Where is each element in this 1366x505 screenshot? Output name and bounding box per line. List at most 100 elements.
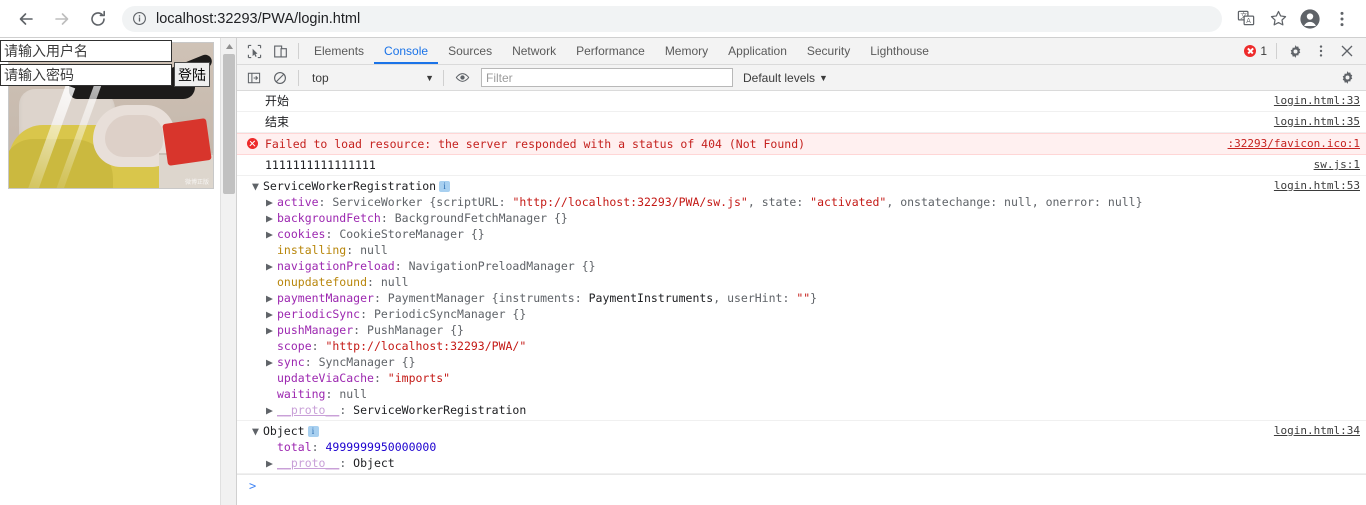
object-property-row[interactable]: ▶ sync: SyncManager {} xyxy=(237,354,1366,370)
address-bar[interactable]: localhost:32293/PWA/login.html xyxy=(122,5,1222,32)
object-property-row[interactable]: ▶installing: null xyxy=(237,242,1366,258)
source-link[interactable]: :32293/favicon.ico:1 xyxy=(1228,136,1360,152)
expand-arrow-icon[interactable]: ▶ xyxy=(266,194,275,210)
property-value: null xyxy=(360,243,388,257)
execution-context-dropdown[interactable]: top ▼ xyxy=(308,68,438,87)
tab-memory[interactable]: Memory xyxy=(655,38,718,64)
device-toolbar-icon[interactable] xyxy=(267,39,293,63)
bookmark-star-icon[interactable] xyxy=(1264,5,1292,33)
message-text: 开始 xyxy=(265,94,290,108)
console-message-list[interactable]: 开始 login.html:33 结束 login.html:35 Failed… xyxy=(237,91,1366,505)
login-page: 微博正版 登陆 xyxy=(0,38,221,505)
devtools-tabbar-actions: 1 xyxy=(1244,39,1366,63)
property-sep: : xyxy=(353,323,368,337)
object-property-row[interactable]: ▶onupdatefound: null xyxy=(237,274,1366,290)
page-viewport: 微博正版 登陆 xyxy=(0,38,237,505)
expand-arrow-icon[interactable]: ▶ xyxy=(266,322,275,338)
tab-network[interactable]: Network xyxy=(502,38,566,64)
console-prompt[interactable]: > xyxy=(237,474,1366,496)
live-expression-eye-icon[interactable] xyxy=(449,66,475,90)
property-key: installing xyxy=(277,243,347,257)
clear-console-icon[interactable] xyxy=(267,66,293,90)
object-group-header[interactable]: ▼ Object i login.html:34 xyxy=(237,423,1366,439)
property-sep: : xyxy=(367,275,381,289)
expand-arrow-icon[interactable]: ▶ xyxy=(266,354,275,370)
browser-menu-icon[interactable] xyxy=(1328,5,1356,33)
object-property-row[interactable]: ▶waiting: null xyxy=(237,386,1366,402)
expand-arrow-icon[interactable]: ▶ xyxy=(266,402,275,418)
expand-arrow-placeholder: ▶ xyxy=(266,439,275,455)
source-link[interactable]: sw.js:1 xyxy=(1314,157,1360,173)
source-link[interactable]: login.html:33 xyxy=(1274,93,1360,109)
back-button[interactable] xyxy=(11,4,41,34)
tab-security[interactable]: Security xyxy=(797,38,860,64)
tab-performance[interactable]: Performance xyxy=(566,38,655,64)
object-property-row[interactable]: ▶total: 4999999950000000 xyxy=(237,439,1366,455)
object-property-row[interactable]: ▶updateViaCache: "imports" xyxy=(237,370,1366,386)
expand-arrow-icon[interactable]: ▶ xyxy=(266,226,275,242)
object-property-row[interactable]: ▶ cookies: CookieStoreManager {} xyxy=(237,226,1366,242)
page-scrollbar[interactable] xyxy=(220,38,236,505)
object-title: Object xyxy=(263,424,305,438)
site-info-icon[interactable] xyxy=(132,11,147,26)
forward-button[interactable] xyxy=(47,4,77,34)
expand-arrow-icon[interactable]: ▶ xyxy=(266,455,275,471)
error-count-badge[interactable]: 1 xyxy=(1244,44,1267,58)
reload-button[interactable] xyxy=(83,4,113,34)
expand-arrow-icon[interactable]: ▶ xyxy=(266,210,275,226)
object-proto-row[interactable]: ▶ __proto__: Object xyxy=(237,455,1366,471)
tab-lighthouse[interactable]: Lighthouse xyxy=(860,38,939,64)
property-sep: : xyxy=(311,339,326,353)
toolbar-divider xyxy=(298,43,299,59)
tab-application[interactable]: Application xyxy=(718,38,797,64)
object-property-row[interactable]: ▶ active: ServiceWorker {scriptURL: "http… xyxy=(237,194,1366,210)
scrollbar-thumb[interactable] xyxy=(223,54,235,194)
console-message[interactable]: 开始 login.html:33 xyxy=(237,91,1366,112)
console-object-group[interactable]: ▼Objecti login.html:34 ▶total: 499999995… xyxy=(237,421,1366,474)
settings-gear-icon[interactable] xyxy=(1282,39,1308,63)
scrollbar-up-arrow-icon[interactable] xyxy=(221,38,236,54)
expand-arrow-icon[interactable]: ▶ xyxy=(266,290,275,306)
property-sep: : xyxy=(304,355,319,369)
password-input[interactable] xyxy=(0,64,172,86)
object-proto-row[interactable]: ▶ __proto__: ServiceWorkerRegistration xyxy=(237,402,1366,418)
console-settings-gear-icon[interactable] xyxy=(1334,66,1360,90)
tab-sources[interactable]: Sources xyxy=(438,38,502,64)
object-property-row[interactable]: ▶ periodicSync: PeriodicSyncManager {} xyxy=(237,306,1366,322)
console-message-error[interactable]: Failed to load resource: the server resp… xyxy=(237,133,1366,155)
source-link[interactable]: login.html:35 xyxy=(1274,114,1360,130)
expand-arrow-icon[interactable]: ▼ xyxy=(252,178,261,194)
translate-icon[interactable]: 文 A xyxy=(1232,5,1260,33)
object-group-header[interactable]: ▼ ServiceWorkerRegistration i login.html:5… xyxy=(237,178,1366,194)
object-property-row[interactable]: ▶scope: "http://localhost:32293/PWA/" xyxy=(237,338,1366,354)
info-badge-icon[interactable]: i xyxy=(307,426,319,437)
console-message[interactable]: 结束 login.html:35 xyxy=(237,112,1366,133)
proto-value: Object xyxy=(353,456,395,470)
source-link[interactable]: login.html:53 xyxy=(1274,178,1360,194)
object-property-row[interactable]: ▶ paymentManager: PaymentManager {instrum… xyxy=(237,290,1366,306)
tab-elements[interactable]: Elements xyxy=(304,38,374,64)
expand-arrow-placeholder: ▶ xyxy=(266,274,275,290)
console-message[interactable]: 1111111111111111 sw.js:1 xyxy=(237,155,1366,176)
art-person-hair-shadow xyxy=(105,115,163,157)
expand-arrow-icon[interactable]: ▶ xyxy=(266,306,275,322)
username-input[interactable] xyxy=(0,40,172,62)
devtools-more-menu-icon[interactable] xyxy=(1308,39,1334,63)
close-devtools-icon[interactable] xyxy=(1334,39,1360,63)
log-levels-dropdown[interactable]: Default levels ▼ xyxy=(743,71,828,85)
message-text: 结束 xyxy=(265,115,290,129)
object-property-row[interactable]: ▶ navigationPreload: NavigationPreloadMan… xyxy=(237,258,1366,274)
info-badge-icon[interactable]: i xyxy=(439,181,451,192)
object-property-row[interactable]: ▶ backgroundFetch: BackgroundFetchManager… xyxy=(237,210,1366,226)
console-object-group[interactable]: ▼ ServiceWorkerRegistration i login.html:5… xyxy=(237,176,1366,421)
login-button[interactable]: 登陆 xyxy=(174,62,210,87)
tab-console[interactable]: Console xyxy=(374,38,438,64)
inspect-element-icon[interactable] xyxy=(241,39,267,63)
expand-arrow-icon[interactable]: ▼ xyxy=(252,423,261,439)
console-filter-input[interactable] xyxy=(481,68,733,87)
object-property-row[interactable]: ▶ pushManager: PushManager {} xyxy=(237,322,1366,338)
source-link[interactable]: login.html:34 xyxy=(1274,423,1360,439)
profile-avatar-icon[interactable] xyxy=(1296,5,1324,33)
expand-arrow-icon[interactable]: ▶ xyxy=(266,258,275,274)
console-sidebar-icon[interactable] xyxy=(241,66,267,90)
